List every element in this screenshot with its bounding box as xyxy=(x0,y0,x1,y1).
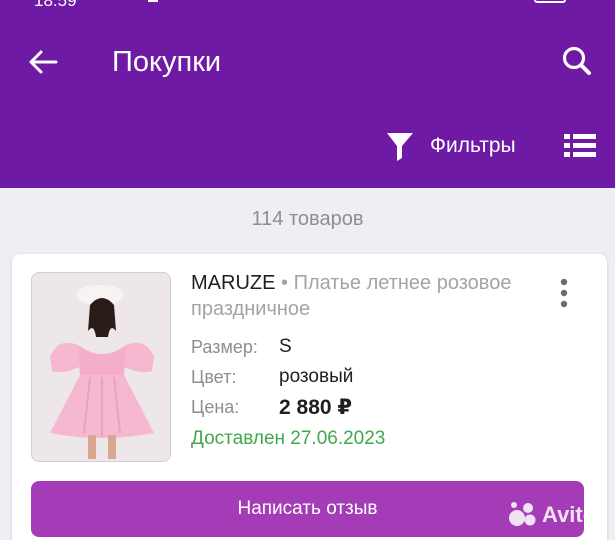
avito-watermark: Avito xyxy=(508,500,596,530)
notification-icons xyxy=(148,0,158,2)
delivery-status: Доставлен 27.06.2023 xyxy=(191,428,386,449)
watermark-text: Avito xyxy=(542,502,597,527)
price-label: Цена: xyxy=(191,396,240,417)
status-bar: 18:59 xyxy=(0,0,615,14)
filters-label: Фильтры xyxy=(430,134,516,157)
filters-button[interactable]: Фильтры xyxy=(384,126,516,166)
color-row: Цвет: розовый xyxy=(191,362,521,392)
product-photo[interactable] xyxy=(31,272,171,462)
size-row: Размер: S xyxy=(191,332,521,362)
color-label: Цвет: xyxy=(191,366,237,387)
back-arrow-icon[interactable] xyxy=(22,42,62,82)
product-title: MARUZE • Платье летнее розовое праздничн… xyxy=(191,270,521,322)
more-vert-icon[interactable] xyxy=(552,276,576,310)
purchase-info: MARUZE • Платье летнее розовое праздничн… xyxy=(191,270,521,450)
search-icon[interactable] xyxy=(556,40,598,82)
page-title: Покупки xyxy=(112,46,222,78)
avito-logo-icon xyxy=(509,502,536,526)
write-review-button[interactable]: Написать отзыв xyxy=(31,481,584,537)
battery-signal-icons xyxy=(534,0,566,3)
size-label: Размер: xyxy=(191,336,258,357)
size-value: S xyxy=(279,336,292,357)
title-separator: • xyxy=(275,272,294,294)
price-row: Цена: 2 880 ₽ xyxy=(191,392,521,422)
app-bar: 18:59 Покупки Фильтры xyxy=(0,0,615,188)
list-view-icon[interactable] xyxy=(562,130,598,162)
brand-name: MARUZE xyxy=(191,272,276,294)
items-count: 114 товаров xyxy=(251,208,364,230)
status-time: 18:59 xyxy=(34,0,77,10)
price-value: 2 880 ₽ xyxy=(279,395,352,419)
dress-illustration xyxy=(32,273,170,461)
filter-funnel-icon xyxy=(387,133,413,161)
color-value: розовый xyxy=(279,366,354,387)
